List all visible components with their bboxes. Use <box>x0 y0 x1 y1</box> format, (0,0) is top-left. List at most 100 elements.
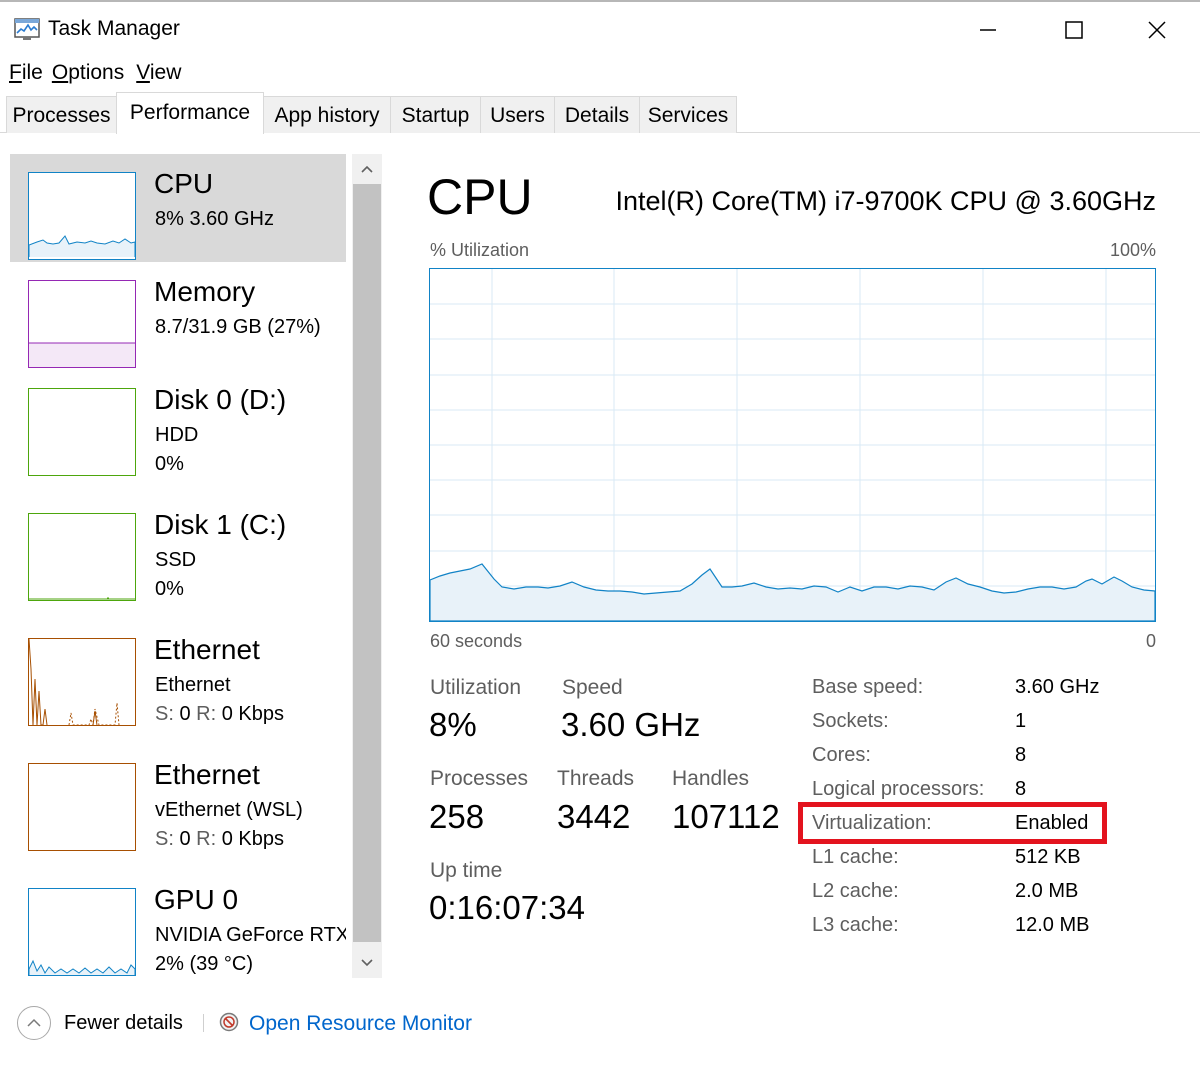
scroll-down-button[interactable] <box>352 948 382 978</box>
sidebar-item-gpu-0[interactable]: GPU 0 NVIDIA GeForce RTX 2% (39 °C) <box>10 870 346 978</box>
maximize-button[interactable] <box>1032 10 1116 50</box>
processes-label: Processes <box>430 767 529 790</box>
speed-value: 3.60 GHz <box>561 706 701 743</box>
graph-y-max: 100% <box>1109 240 1156 260</box>
menu-bar: File Options View <box>0 58 190 88</box>
disk-1-thumbnail <box>28 513 136 601</box>
menu-view[interactable]: View <box>133 58 190 88</box>
tab-performance[interactable]: Performance <box>116 92 264 134</box>
sidebar-item-ethernet-adapter: Ethernet <box>155 674 231 696</box>
disk-1-mini-graph <box>29 597 135 600</box>
threads-label: Threads <box>557 767 635 790</box>
memory-mini-graph <box>29 342 135 367</box>
menu-options[interactable]: Options <box>52 58 133 88</box>
sidebar-item-memory-name: Memory <box>154 276 256 307</box>
receive-value: 0 Kbps <box>221 703 284 725</box>
tab-app-history[interactable]: App history <box>263 96 391 133</box>
tab-users[interactable]: Users <box>480 96 555 133</box>
sidebar-item-gpu-0-name: GPU 0 <box>154 884 239 915</box>
sidebar-item-disk-0-name: Disk 0 (D:) <box>154 384 287 415</box>
l1-cache-value: 512 KB <box>1015 846 1081 868</box>
tab-startup[interactable]: Startup <box>390 96 481 133</box>
gpu-thumbnail <box>28 888 136 976</box>
tab-processes[interactable]: Processes <box>6 96 117 133</box>
chevron-up-icon <box>361 165 373 173</box>
title-bar[interactable]: Task Manager <box>0 0 1200 56</box>
receive-value: 0 Kbps <box>221 828 284 850</box>
send-value: 0 <box>179 828 191 850</box>
scroll-thumb[interactable] <box>353 184 381 942</box>
sidebar-item-ethernet[interactable]: Ethernet Ethernet S: 0 R: 0 Kbps <box>10 620 346 728</box>
handles-value: 107112 <box>672 798 780 835</box>
sidebar-item-disk-1[interactable]: Disk 1 (C:) SSD 0% <box>10 495 346 603</box>
handles-label: Handles <box>672 767 750 790</box>
menu-file[interactable]: File <box>0 58 52 88</box>
minimize-button[interactable] <box>946 10 1030 50</box>
open-resource-monitor-link[interactable]: Open Resource Monitor <box>249 1012 472 1036</box>
sockets-label: Sockets: <box>812 710 889 732</box>
sidebar-item-cpu[interactable]: CPU 8% 3.60 GHz <box>10 154 346 262</box>
fewer-details-button[interactable] <box>17 1006 51 1040</box>
sidebar-item-gpu-0-usage: 2% (39 °C) <box>155 953 254 975</box>
l3-cache-value: 12.0 MB <box>1015 914 1090 936</box>
cpu-model-name: Intel(R) Core(TM) i7-9700K CPU @ 3.60GHz <box>615 186 1156 216</box>
sidebar-item-disk-1-name: Disk 1 (C:) <box>154 509 287 540</box>
resource-monitor-icon <box>219 1012 239 1032</box>
window-title: Task Manager <box>48 17 180 40</box>
graph-x-max: 0 <box>1146 631 1157 651</box>
logical-processors-label: Logical processors: <box>812 778 985 800</box>
sidebar-item-disk-0-type: HDD <box>155 424 199 446</box>
base-speed-label: Base speed: <box>812 676 924 698</box>
cpu-thumbnail <box>28 172 136 260</box>
ethernet-thumbnail <box>28 638 136 726</box>
close-button[interactable] <box>1115 10 1199 50</box>
footer-divider <box>203 1014 204 1032</box>
receive-label: R: <box>196 703 217 725</box>
graph-y-label: % Utilization <box>430 240 530 260</box>
sidebar-item-disk-1-usage: 0% <box>155 578 184 600</box>
sidebar-item-gpu-0-model: NVIDIA GeForce RTX <box>155 924 346 946</box>
sidebar-item-vethernet-throughput: S: 0 R: 0 Kbps <box>155 828 284 851</box>
logical-processors-value: 8 <box>1015 778 1027 800</box>
memory-thumbnail <box>28 280 136 368</box>
ethernet-mini-graph <box>28 638 120 726</box>
processes-value: 258 <box>429 798 485 835</box>
graph-gridlines <box>430 269 1155 621</box>
sidebar-item-cpu-name: CPU <box>154 168 214 199</box>
resource-list: CPU 8% 3.60 GHz Memory 8.7/31.9 GB (27%)… <box>10 154 346 978</box>
sidebar-scrollbar[interactable] <box>352 154 382 978</box>
speed-label: Speed <box>562 676 623 699</box>
sidebar-item-ethernet-throughput: S: 0 R: 0 Kbps <box>155 703 284 726</box>
sidebar-item-ethernet-name: Ethernet <box>154 634 260 665</box>
cpu-utilization-graph <box>429 268 1156 622</box>
virtualization-highlight <box>798 802 1107 844</box>
sidebar-item-disk-0[interactable]: Disk 0 (D:) HDD 0% <box>10 370 346 478</box>
l2-cache-label: L2 cache: <box>812 880 899 902</box>
sidebar-item-memory-usage: 8.7/31.9 GB (27%) <box>155 316 321 338</box>
gpu-mini-graph <box>28 959 136 975</box>
utilization-label: Utilization <box>430 676 522 699</box>
task-manager-icon <box>14 18 40 40</box>
fewer-details-label[interactable]: Fewer details <box>64 1012 183 1035</box>
sidebar-item-vethernet[interactable]: Ethernet vEthernet (WSL) S: 0 R: 0 Kbps <box>10 745 346 853</box>
vethernet-thumbnail <box>28 763 136 851</box>
cpu-mini-graph <box>28 235 136 257</box>
tab-services[interactable]: Services <box>639 96 737 133</box>
tab-details[interactable]: Details <box>554 96 640 133</box>
close-icon <box>1148 21 1166 39</box>
l1-cache-label: L1 cache: <box>812 846 899 868</box>
send-value: 0 <box>179 703 191 725</box>
cpu-utilization-plot <box>429 269 1156 622</box>
sockets-value: 1 <box>1015 710 1027 732</box>
base-speed-value: 3.60 GHz <box>1015 676 1100 698</box>
threads-value: 3442 <box>557 798 631 835</box>
l2-cache-value: 2.0 MB <box>1015 880 1079 902</box>
sidebar-item-disk-0-usage: 0% <box>155 453 184 475</box>
maximize-icon <box>1065 21 1083 39</box>
receive-label: R: <box>196 828 217 850</box>
minimize-icon <box>980 29 996 31</box>
sidebar-item-memory[interactable]: Memory 8.7/31.9 GB (27%) <box>10 262 346 370</box>
sidebar-item-vethernet-name: Ethernet <box>154 759 260 790</box>
disk-0-thumbnail <box>28 388 136 476</box>
scroll-up-button[interactable] <box>352 154 382 184</box>
